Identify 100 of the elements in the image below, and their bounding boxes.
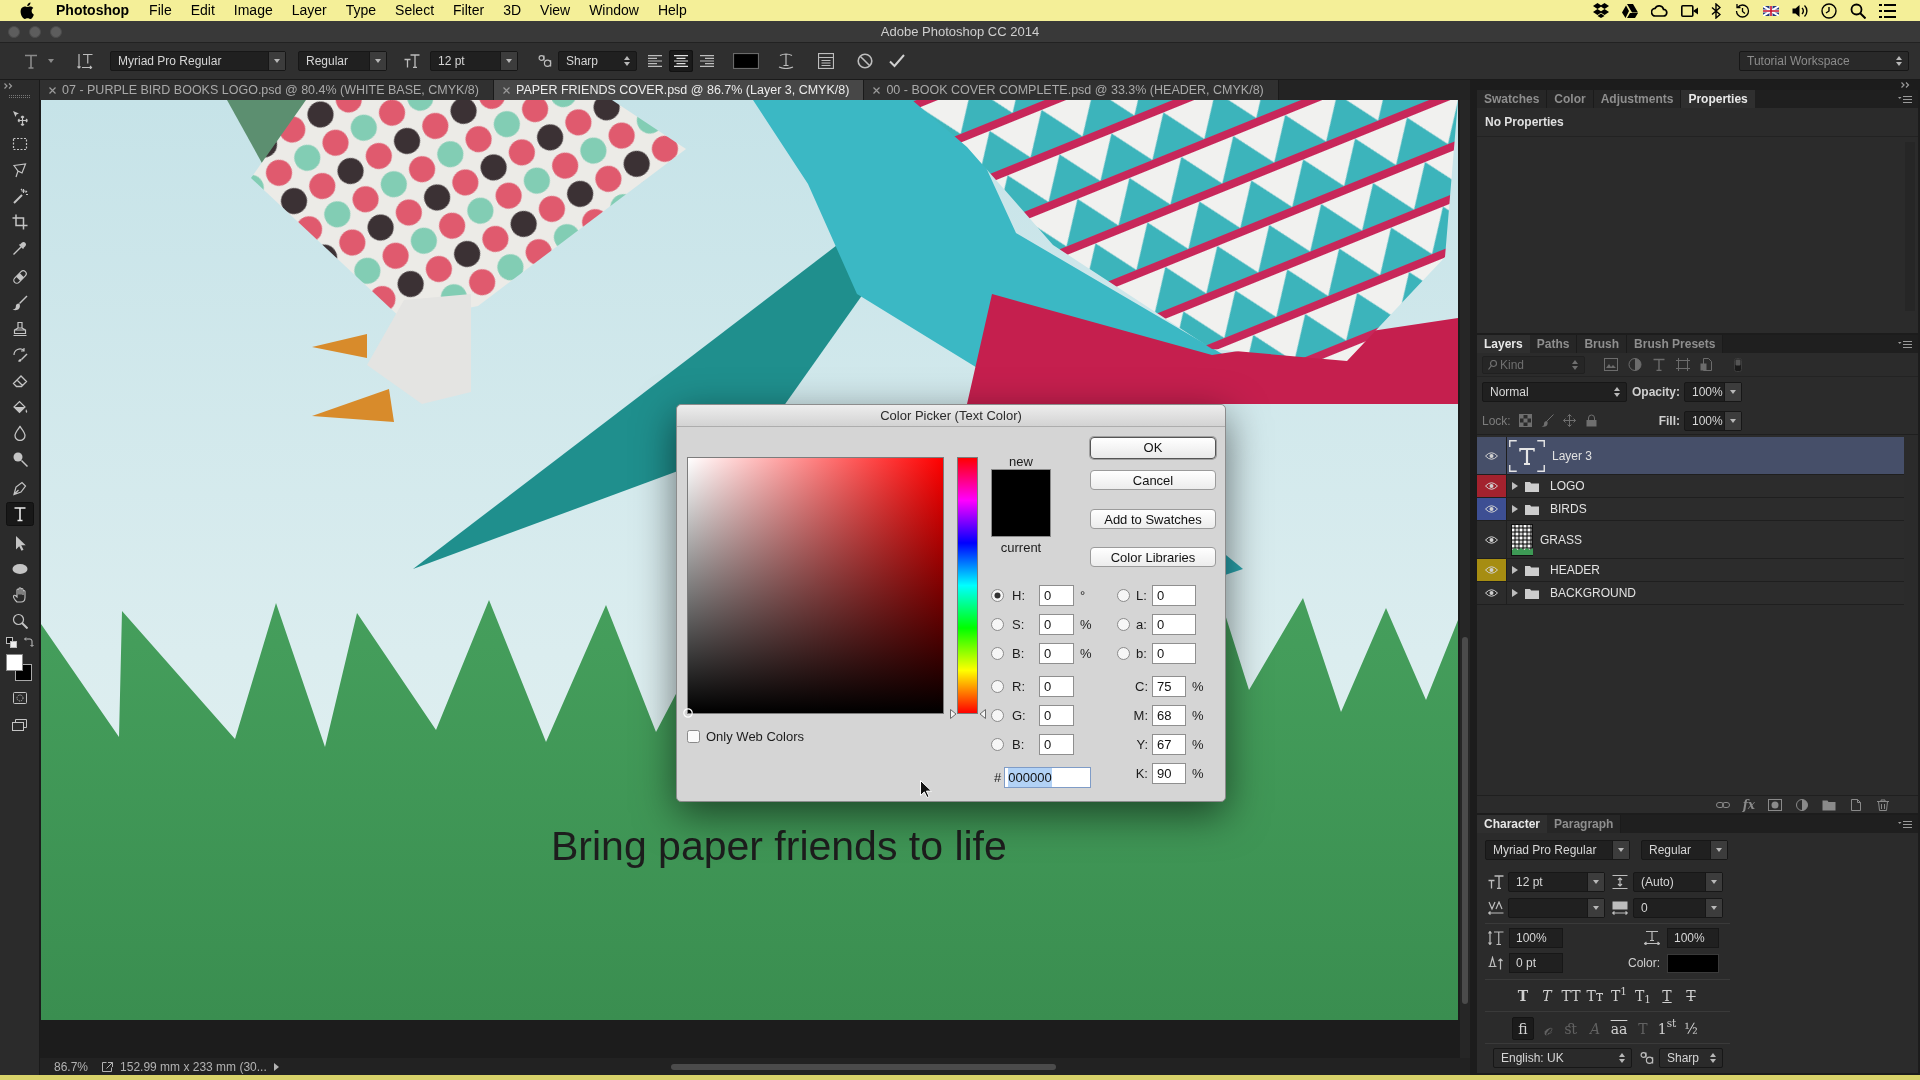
half-circle-icon[interactable] (1628, 358, 1642, 371)
text-orientation-icon[interactable] (77, 53, 93, 69)
triangle-icon[interactable] (1622, 3, 1638, 18)
menu-item[interactable]: File (149, 0, 172, 21)
caret-right-icon[interactable] (273, 1062, 279, 1071)
menu-item[interactable]: Select (395, 0, 435, 21)
leading-dropdown[interactable]: (Auto) (1633, 872, 1723, 892)
picture-icon[interactable] (1604, 358, 1618, 371)
screen-mode-icon[interactable] (12, 719, 27, 731)
font-size-dropdown[interactable]: 12 pt (430, 51, 518, 71)
menu-item[interactable]: Filter (453, 0, 485, 21)
eraser-icon[interactable] (11, 373, 28, 389)
zoom-icon[interactable] (11, 613, 28, 629)
caret-right-icon[interactable] (1512, 482, 1518, 490)
panel-tab[interactable]: Brush (1577, 335, 1628, 353)
blend-mode-dropdown[interactable]: Normal (1482, 382, 1627, 402)
eye-icon[interactable] (1485, 505, 1498, 513)
crop-frame-icon[interactable] (1676, 358, 1690, 371)
export-icon[interactable] (102, 1061, 114, 1072)
half-circle-icon[interactable] (1795, 798, 1809, 811)
value-field[interactable]: 0 (1039, 705, 1074, 726)
video-camera-icon[interactable] (1681, 4, 1698, 17)
color-swatch-icon[interactable] (733, 53, 759, 69)
swap-arrow-icon[interactable] (24, 637, 34, 647)
anti-alias-dropdown[interactable]: Sharp (1659, 1048, 1723, 1068)
panel-tab[interactable]: Color (1547, 90, 1594, 108)
horizontal-scale-field[interactable]: 100% (1667, 928, 1719, 948)
tracking-dropdown[interactable]: 0 (1633, 898, 1723, 918)
panel-tab[interactable]: Paragraph (1547, 815, 1622, 833)
value-field[interactable]: 68 (1152, 705, 1186, 726)
opentype-button[interactable]: 1$^{st}$ (1656, 1017, 1678, 1040)
bluetooth-icon[interactable] (1711, 2, 1721, 19)
clock-icon[interactable] (1821, 2, 1837, 19)
effects-button[interactable]: fx (1742, 798, 1755, 811)
value-field[interactable]: 0 (1152, 614, 1196, 635)
eye-icon[interactable] (1485, 589, 1498, 597)
app-menu[interactable]: Photoshop (56, 0, 130, 21)
lollipop-icon[interactable] (11, 451, 28, 467)
pen-nib-icon[interactable] (11, 480, 28, 496)
panel-tab[interactable]: Brush Presets (1627, 335, 1724, 353)
value-field[interactable]: 0 (1039, 676, 1074, 697)
menu-item[interactable]: Layer (291, 0, 327, 21)
search-icon[interactable] (1850, 2, 1866, 19)
panel-menu-icon[interactable] (1898, 820, 1912, 828)
ellipse-icon[interactable] (11, 561, 28, 577)
magic-wand-icon[interactable] (11, 188, 28, 204)
eye-icon[interactable] (1485, 451, 1498, 460)
opacity-field[interactable]: 100% (1684, 382, 1742, 402)
caret-right-icon[interactable] (1512, 566, 1518, 574)
diamonds-icon[interactable] (1593, 3, 1609, 18)
layer-row[interactable]: BACKGROUND (1477, 582, 1904, 605)
radio-button[interactable] (991, 709, 1004, 722)
panel-menu-icon[interactable] (1898, 340, 1912, 348)
caret-down-icon[interactable] (48, 59, 54, 63)
opentype-button[interactable]: ½ (1680, 1017, 1702, 1040)
radio-button[interactable] (991, 680, 1004, 693)
layer-row[interactable]: BIRDS (1477, 498, 1904, 521)
document-tab[interactable]: 07 - PURPLE BIRD BOOKS LOGO.psd @ 80.4% (WHITE BASE, CMYK/8) (40, 80, 494, 100)
vertical-scale-field[interactable]: 100% (1509, 928, 1563, 948)
layer-row[interactable]: HEADER (1477, 559, 1904, 582)
document-tab[interactable]: PAPER FRIENDS COVER.psd @ 86.7% (Layer 3, CMYK/8) (494, 80, 865, 100)
dashed-rectangle-icon[interactable] (11, 136, 28, 152)
type-style-button[interactable]: T (1536, 986, 1558, 1006)
add-to-swatches-button[interactable]: Add to Swatches (1090, 509, 1216, 529)
scrollbar-thumb[interactable] (671, 1063, 1056, 1070)
hex-field[interactable]: 000000 (1004, 767, 1092, 788)
font-style-dropdown[interactable]: Regular (298, 51, 387, 71)
align-left-icon[interactable] (648, 55, 662, 67)
panel-menu-icon[interactable] (1898, 95, 1912, 103)
ok-button[interactable]: OK (1090, 437, 1216, 459)
type-style-button[interactable]: Tᴛ (1584, 986, 1606, 1006)
type-icon[interactable] (5, 502, 34, 526)
font-family-dropdown[interactable]: Myriad Pro Regular (110, 51, 286, 71)
radio-button[interactable] (991, 589, 1004, 602)
align-center-icon[interactable] (669, 50, 693, 72)
menu-item[interactable]: Image (233, 0, 273, 21)
type-style-button[interactable]: T$^{1}$ (1608, 986, 1630, 1006)
color-swatch-icon[interactable] (1667, 953, 1719, 973)
radio-button[interactable] (991, 738, 1004, 751)
type-style-button[interactable]: T$_{1}$ (1632, 986, 1654, 1006)
paint-bucket-icon[interactable] (11, 399, 28, 415)
arrow-cross-icon[interactable] (11, 110, 28, 126)
radio-button[interactable] (991, 647, 1004, 660)
type-style-button[interactable]: TT (1560, 986, 1582, 1006)
lasso-icon[interactable] (11, 162, 28, 178)
eye-icon[interactable] (1485, 482, 1498, 490)
panel-tab[interactable]: Paths (1529, 335, 1578, 353)
clock-arrow-icon[interactable] (1734, 2, 1750, 19)
eyedropper-icon[interactable] (11, 240, 28, 256)
bandage-icon[interactable] (11, 269, 28, 285)
type-style-button[interactable]: T (1512, 986, 1534, 1006)
radio-button[interactable] (991, 618, 1004, 631)
menu-item[interactable]: Edit (190, 0, 215, 21)
cancel-icon[interactable] (857, 53, 873, 69)
font-family-dropdown[interactable]: Myriad Pro Regular (1485, 840, 1630, 860)
speaker-icon[interactable] (1792, 3, 1808, 18)
trash-icon[interactable] (1876, 798, 1890, 811)
workspace-dropdown[interactable]: Tutorial Workspace (1739, 51, 1909, 71)
radio-button[interactable] (1117, 647, 1130, 660)
apple-icon[interactable] (20, 2, 34, 19)
